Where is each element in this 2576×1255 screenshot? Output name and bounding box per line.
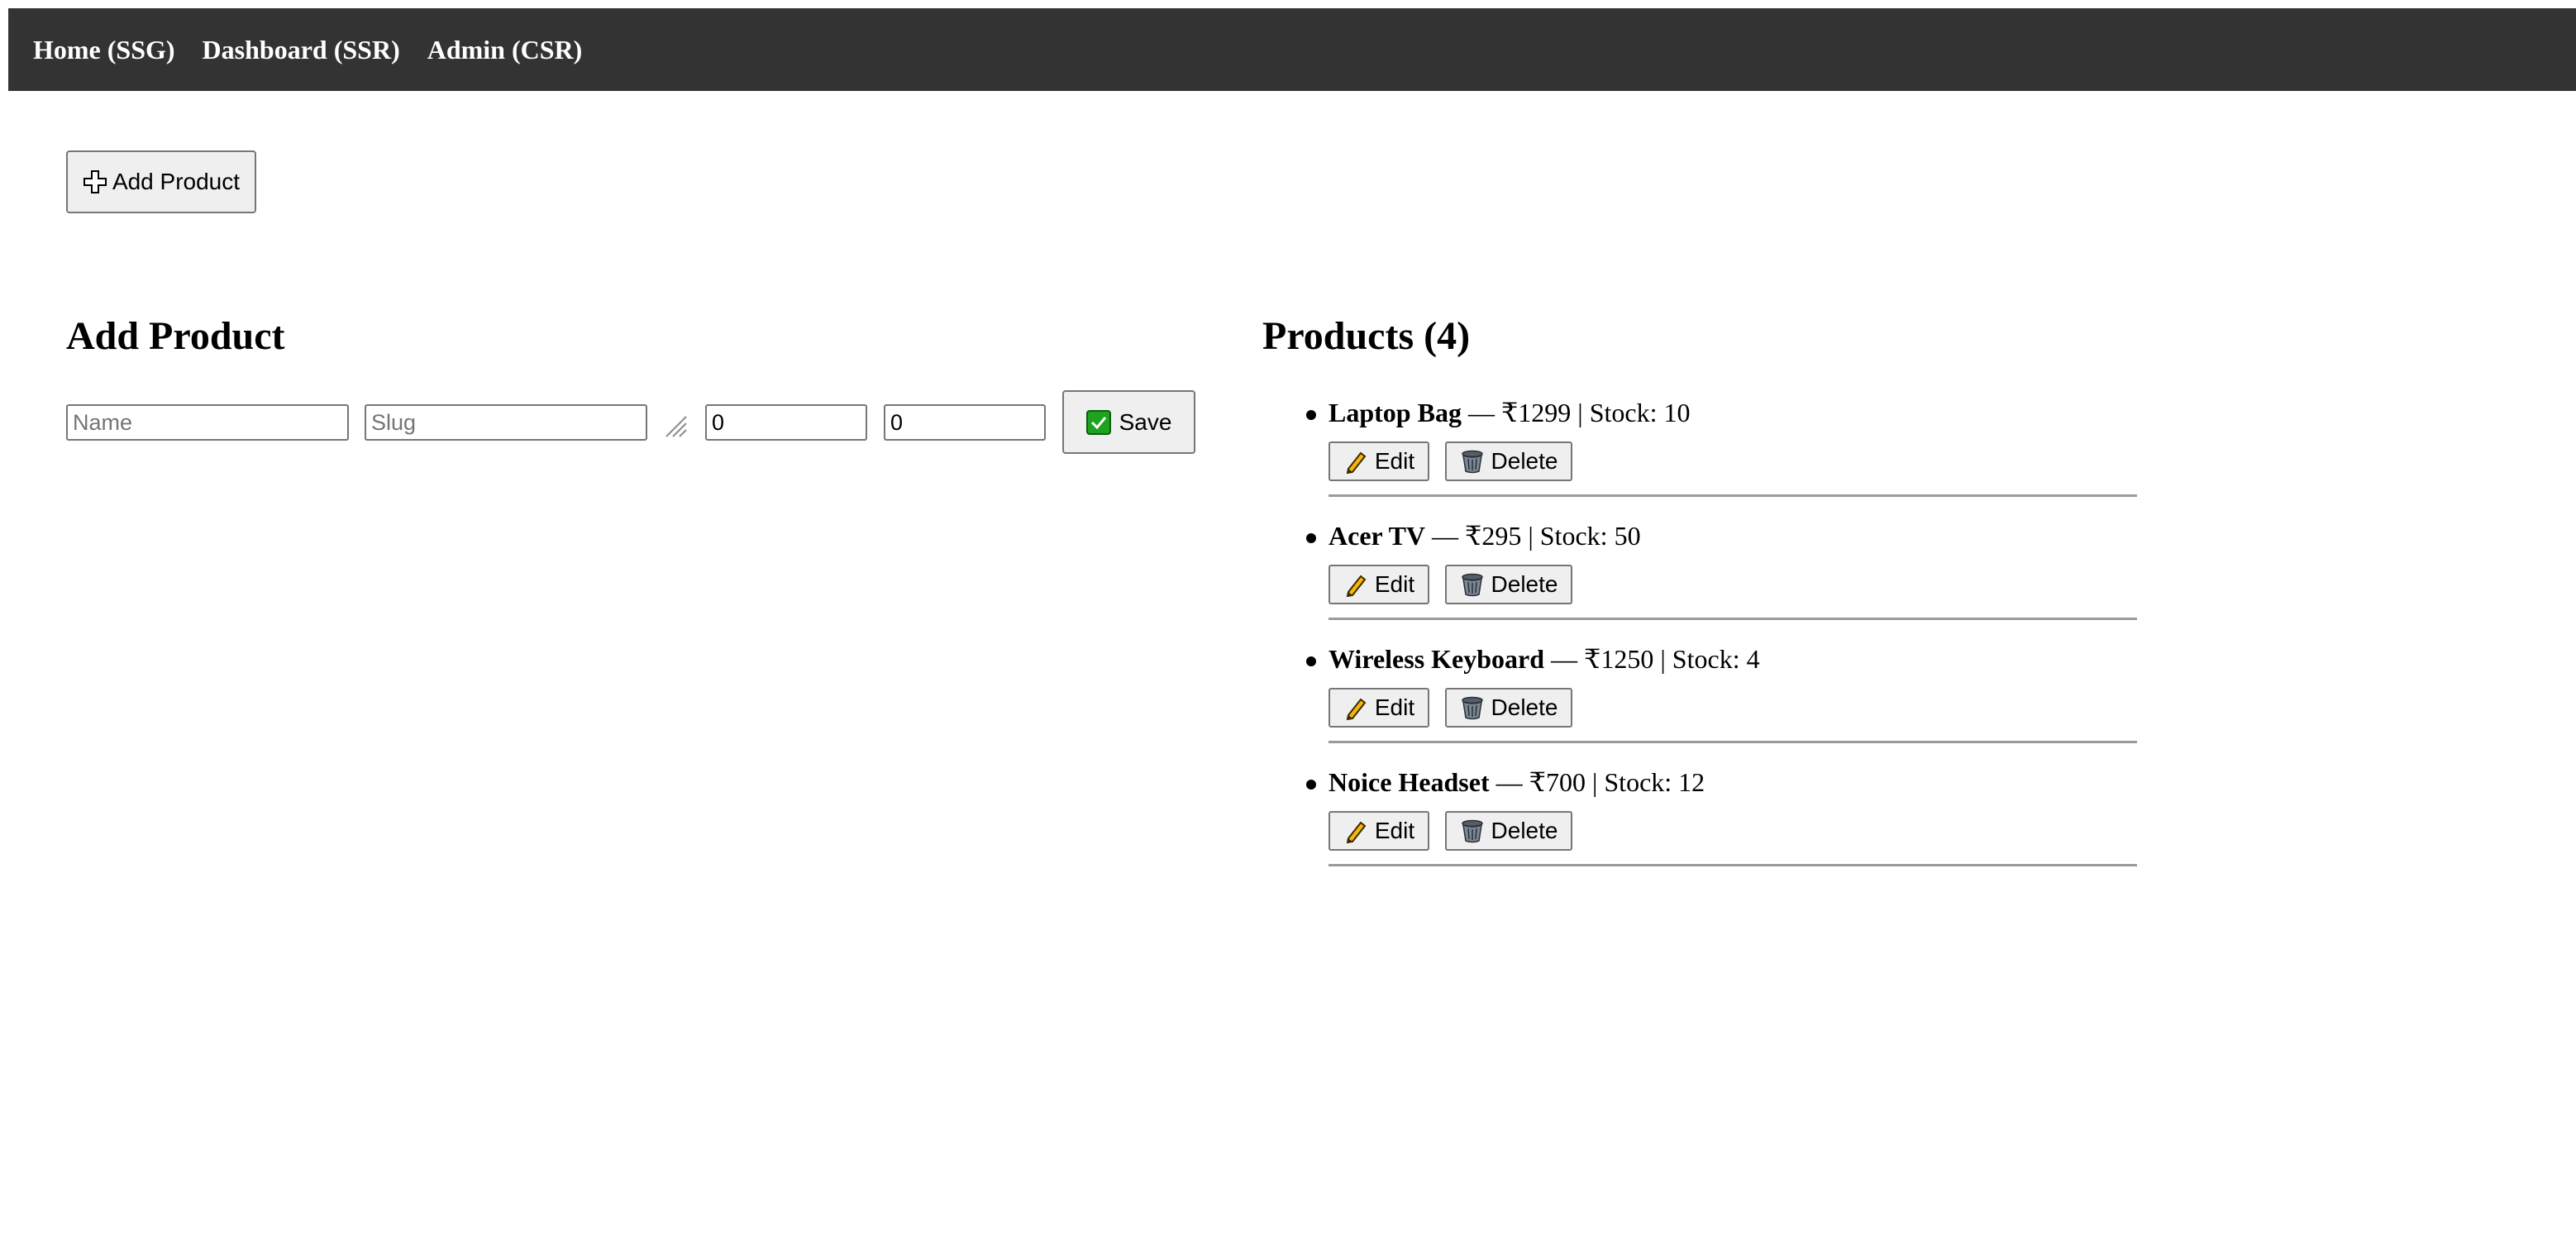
edit-button-label: Edit	[1374, 818, 1415, 843]
product-name: Acer TV	[1329, 521, 1426, 551]
edit-button[interactable]: Edit	[1329, 441, 1429, 481]
product-summary: Acer TV — ₹295 | Stock: 50	[1329, 519, 1641, 552]
save-button[interactable]: Save	[1062, 390, 1195, 454]
divider	[1329, 618, 2137, 620]
bullet-icon	[1306, 780, 1316, 790]
bullet-icon	[1306, 656, 1316, 666]
product-actions: Edit Delete	[1329, 688, 1659, 728]
delete-button[interactable]: Delete	[1445, 441, 1572, 481]
divider	[1329, 494, 2137, 497]
edit-button-label: Edit	[1374, 694, 1415, 720]
products-heading: Products (4)	[1262, 314, 1471, 358]
pencil-icon	[1343, 572, 1368, 597]
save-button-label: Save	[1119, 408, 1172, 435]
divider	[1329, 864, 2137, 866]
product-name: Laptop Bag	[1329, 398, 1462, 427]
product-actions: Edit Delete	[1329, 441, 1659, 481]
product-summary: Laptop Bag — ₹1299 | Stock: 10	[1329, 396, 1690, 429]
product-details: — ₹1299 | Stock: 10	[1461, 398, 1691, 427]
delete-button-label: Delete	[1491, 694, 1558, 720]
product-actions: Edit Delete	[1329, 811, 1659, 851]
product-list: Laptop Bag — ₹1299 | Stock: 10 Edit Dele…	[1306, 393, 2137, 885]
stock-input[interactable]	[884, 404, 1046, 441]
delete-button[interactable]: Delete	[1445, 811, 1572, 851]
delete-button-label: Delete	[1491, 818, 1558, 843]
product-actions: Edit Delete	[1329, 565, 1659, 604]
product-name: Wireless Keyboard	[1329, 644, 1545, 674]
edit-button[interactable]: Edit	[1329, 688, 1429, 728]
delete-button[interactable]: Delete	[1445, 688, 1572, 728]
plus-icon	[83, 169, 107, 194]
pencil-icon	[1343, 818, 1368, 843]
top-nav: Home (SSG) Dashboard (SSR) Admin (CSR)	[8, 8, 2576, 91]
divider	[1329, 741, 2137, 743]
add-product-button-label: Add Product	[112, 169, 241, 194]
product-details: — ₹1250 | Stock: 4	[1544, 644, 1760, 674]
delete-button-label: Delete	[1491, 571, 1558, 597]
trash-icon	[1460, 449, 1485, 474]
edit-button[interactable]: Edit	[1329, 565, 1429, 604]
price-input[interactable]	[705, 404, 867, 441]
bullet-icon	[1306, 533, 1316, 543]
pencil-icon	[1343, 695, 1368, 720]
slug-input[interactable]	[365, 404, 647, 441]
add-product-heading: Add Product	[66, 314, 285, 358]
delete-button[interactable]: Delete	[1445, 565, 1572, 604]
list-item: Noice Headset — ₹700 | Stock: 12 Edit De…	[1306, 762, 2137, 885]
nav-link-home[interactable]: Home (SSG)	[33, 35, 175, 65]
list-item: Laptop Bag — ₹1299 | Stock: 10 Edit Dele…	[1306, 393, 2137, 516]
bullet-icon	[1306, 410, 1316, 420]
add-product-button[interactable]: Add Product	[66, 150, 256, 213]
product-summary: Wireless Keyboard — ₹1250 | Stock: 4	[1329, 642, 1760, 675]
trash-icon	[1460, 818, 1485, 843]
edit-button[interactable]: Edit	[1329, 811, 1429, 851]
product-details: — ₹295 | Stock: 50	[1425, 521, 1641, 551]
product-summary: Noice Headset — ₹700 | Stock: 12	[1329, 766, 1705, 799]
product-details: — ₹700 | Stock: 12	[1489, 767, 1705, 797]
edit-button-label: Edit	[1374, 571, 1415, 597]
list-item: Wireless Keyboard — ₹1250 | Stock: 4 Edi…	[1306, 639, 2137, 762]
edit-button-label: Edit	[1374, 448, 1415, 474]
list-item: Acer TV — ₹295 | Stock: 50 Edit Delete	[1306, 516, 2137, 639]
product-name: Noice Headset	[1329, 767, 1490, 797]
nav-link-dashboard[interactable]: Dashboard (SSR)	[203, 35, 400, 65]
delete-button-label: Delete	[1491, 448, 1558, 474]
name-input[interactable]	[66, 404, 349, 441]
nav-link-admin[interactable]: Admin (CSR)	[427, 35, 583, 65]
resize-grip-icon[interactable]	[663, 413, 688, 438]
trash-icon	[1460, 572, 1485, 597]
checkmark-icon	[1085, 409, 1111, 435]
pencil-icon	[1343, 449, 1368, 474]
trash-icon	[1460, 695, 1485, 720]
